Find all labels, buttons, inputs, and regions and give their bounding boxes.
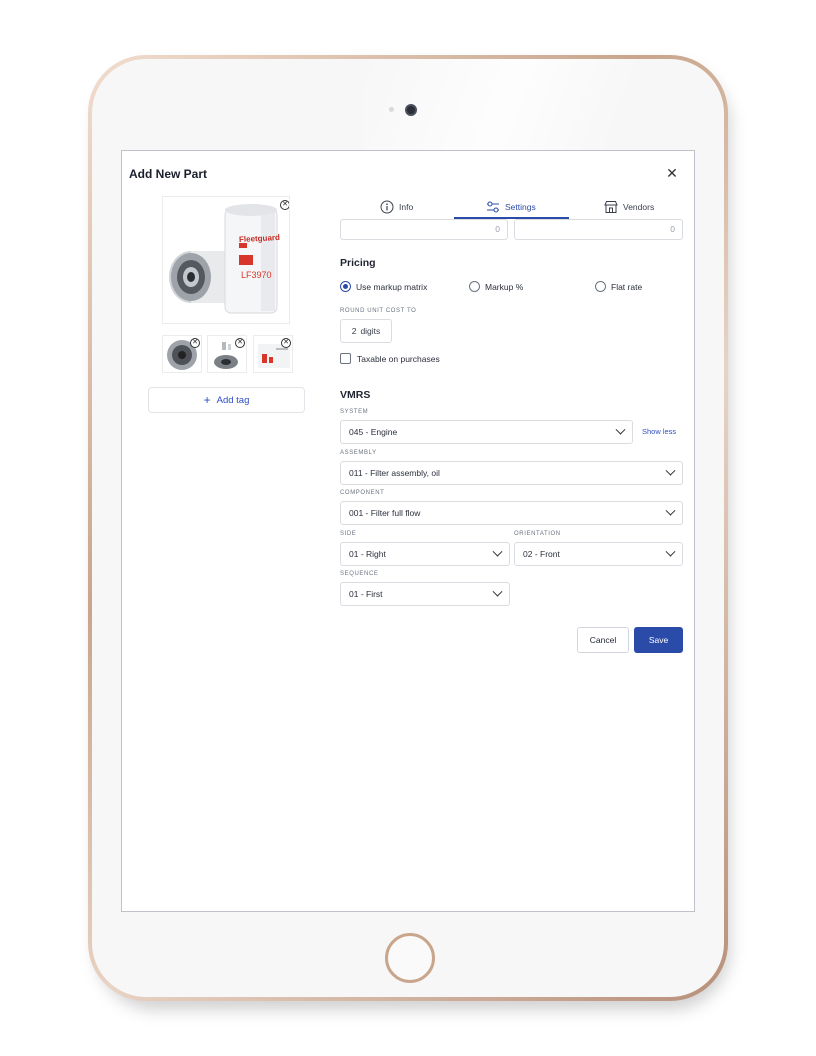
chevron-down-icon: [615, 424, 626, 435]
sequence-label: SEQUENCE: [340, 571, 379, 577]
assembly-value: 011 - Filter assembly, oil: [349, 468, 440, 478]
system-label: SYSTEM: [340, 409, 369, 415]
assembly-select[interactable]: 011 - Filter assembly, oil: [340, 461, 683, 485]
radio-button[interactable]: [595, 281, 606, 292]
add-tag-button[interactable]: + Add tag: [148, 387, 305, 413]
store-icon: [604, 201, 618, 213]
remove-thumb-icon[interactable]: ✕: [235, 338, 245, 348]
add-tag-label: Add tag: [216, 394, 250, 406]
side-value: 01 - Right: [349, 549, 386, 559]
home-button[interactable]: [385, 933, 435, 983]
cancel-button[interactable]: Cancel: [577, 627, 629, 653]
quantity-left-value: 0: [495, 224, 500, 234]
sliders-icon: [487, 201, 499, 213]
tab-settings[interactable]: Settings: [486, 195, 536, 219]
sequence-select[interactable]: 01 - First: [340, 582, 510, 606]
radio-flat-rate-label: Flat rate: [611, 281, 643, 292]
chevron-down-icon: [665, 505, 676, 516]
tab-info-label: Info: [399, 202, 414, 212]
orientation-value: 02 - Front: [523, 549, 560, 559]
side-label: SIDE: [340, 531, 357, 537]
tab-info[interactable]: Info: [380, 195, 413, 219]
chevron-down-icon: [492, 586, 503, 597]
round-digits-input[interactable]: 2 digits: [340, 319, 392, 343]
part-number-label: LF3970: [241, 270, 272, 280]
orientation-select[interactable]: 02 - Front: [514, 542, 683, 566]
radio-markup-matrix[interactable]: Use markup matrix: [340, 281, 427, 292]
sequence-value: 01 - First: [349, 589, 383, 599]
radio-markup-matrix-label: Use markup matrix: [356, 281, 428, 292]
remove-thumb-icon[interactable]: ✕: [190, 338, 200, 348]
radio-flat-rate[interactable]: Flat rate: [595, 281, 642, 292]
round-digits-unit: digits: [360, 326, 381, 336]
tab-settings-label: Settings: [505, 202, 536, 212]
remove-thumb-icon[interactable]: ✕: [281, 338, 291, 348]
quantity-input-right[interactable]: 0: [514, 219, 683, 240]
system-value: 045 - Engine: [349, 427, 398, 437]
component-select[interactable]: 001 - Filter full flow: [340, 501, 683, 525]
vmrs-title: VMRS: [340, 389, 371, 401]
component-value: 001 - Filter full flow: [349, 508, 421, 518]
add-part-modal: Add New Part ✕ Fleetguard LF3970 ✕ ✕ ✕ ✕…: [121, 150, 695, 912]
pricing-title: Pricing: [340, 257, 376, 269]
show-less-link[interactable]: Show less: [642, 427, 676, 436]
remove-image-icon[interactable]: ✕: [280, 200, 289, 210]
modal-title: Add New Part: [129, 167, 208, 181]
front-camera-icon: [405, 104, 417, 116]
tab-vendors[interactable]: Vendors: [604, 195, 654, 219]
chevron-down-icon: [492, 546, 503, 557]
main-part-image: Fleetguard LF3970 ✕: [162, 196, 290, 324]
thumbnail-3[interactable]: ✕: [253, 335, 293, 373]
tab-bar: Info Settings Vendors: [340, 195, 683, 221]
component-label: COMPONENT: [340, 490, 385, 496]
plus-icon: +: [203, 393, 211, 407]
round-unit-cost-label: ROUND UNIT COST TO: [340, 308, 417, 314]
taxable-checkbox-row[interactable]: Taxable on purchases: [340, 353, 440, 364]
info-icon: [380, 200, 394, 214]
quantity-right-value: 0: [670, 224, 675, 234]
round-digits-value: 2: [351, 326, 357, 336]
radio-button[interactable]: [469, 281, 480, 292]
tab-vendors-label: Vendors: [623, 202, 655, 212]
side-select[interactable]: 01 - Right: [340, 542, 510, 566]
close-icon[interactable]: ✕: [665, 166, 679, 180]
save-button[interactable]: Save: [634, 627, 683, 653]
oil-filter-illustration: [169, 204, 278, 314]
chevron-down-icon: [665, 465, 676, 476]
taxable-checkbox[interactable]: [340, 353, 351, 364]
chevron-down-icon: [665, 546, 676, 557]
orientation-label: ORIENTATION: [514, 531, 561, 537]
assembly-label: ASSEMBLY: [340, 450, 377, 456]
taxable-label: Taxable on purchases: [357, 353, 440, 364]
thumbnail-2[interactable]: ✕: [207, 335, 247, 373]
thumbnail-1[interactable]: ✕: [162, 335, 202, 373]
radio-markup-percent-label: Markup %: [485, 281, 524, 292]
sensor-dot: [389, 107, 394, 112]
quantity-input-left[interactable]: 0: [340, 219, 508, 240]
radio-button-checked[interactable]: [340, 281, 351, 292]
system-select[interactable]: 045 - Engine: [340, 420, 633, 444]
radio-markup-percent[interactable]: Markup %: [469, 281, 523, 292]
